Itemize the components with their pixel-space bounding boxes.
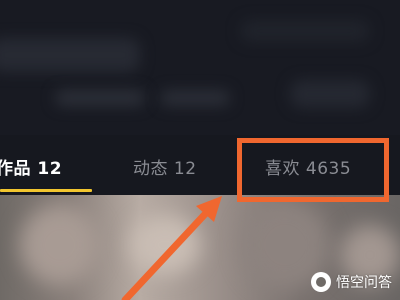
profile-header-blurred <box>0 0 400 135</box>
tab-dynamic[interactable]: 动态 12 <box>133 159 197 179</box>
highlight-annotation-box <box>237 138 389 202</box>
blurred-thumbnail <box>130 215 200 275</box>
blurred-block <box>160 90 230 106</box>
blurred-thumbnail <box>20 205 100 285</box>
blurred-block <box>0 38 140 72</box>
wukong-logo-icon <box>311 272 331 292</box>
tab-works[interactable]: 作品 12 <box>0 159 62 179</box>
watermark: 悟空问答 <box>311 272 392 292</box>
blurred-block <box>240 20 370 42</box>
active-tab-indicator <box>0 189 92 192</box>
blurred-block <box>290 80 370 108</box>
blurred-block <box>55 90 145 106</box>
watermark-text: 悟空问答 <box>336 275 392 291</box>
